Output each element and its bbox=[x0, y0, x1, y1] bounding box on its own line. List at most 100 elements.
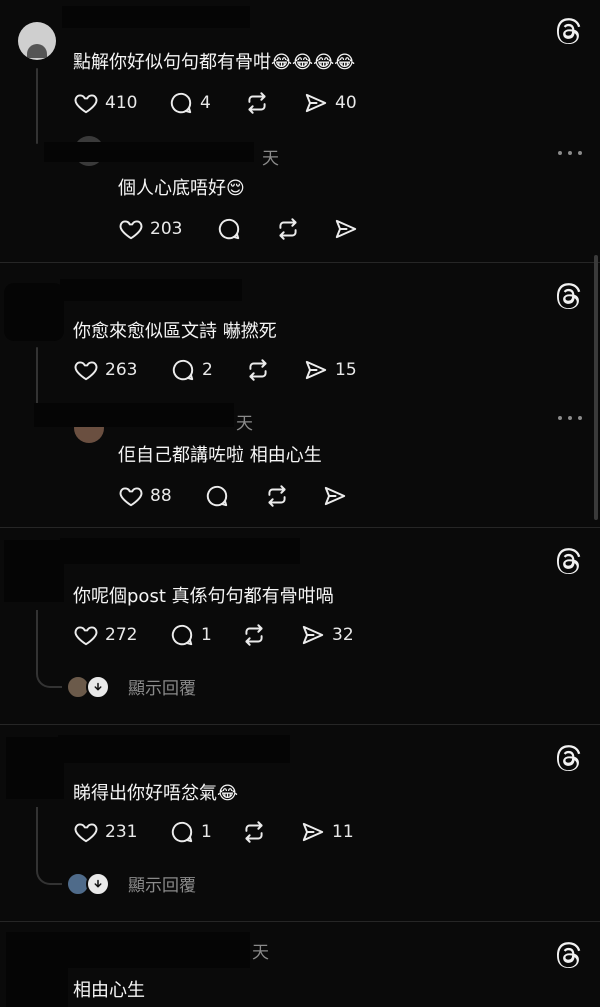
reply-count: 1 bbox=[201, 625, 212, 645]
show-replies-label: 顯示回覆 bbox=[128, 679, 196, 699]
repost-icon bbox=[241, 819, 267, 845]
comment-icon bbox=[169, 819, 195, 845]
comment-button[interactable]: 1 bbox=[169, 817, 212, 847]
redacted-username bbox=[58, 735, 290, 763]
comment-button[interactable]: 2 bbox=[170, 355, 213, 385]
reply-count: 1 bbox=[201, 822, 212, 842]
share-button[interactable]: 32 bbox=[300, 620, 354, 650]
action-bar: 410 4 40 bbox=[73, 88, 393, 118]
threads-logo-icon[interactable] bbox=[554, 16, 584, 46]
repost-button[interactable] bbox=[275, 214, 301, 244]
like-button[interactable]: 263 bbox=[73, 355, 137, 385]
heart-icon bbox=[73, 90, 99, 116]
share-icon bbox=[322, 483, 348, 509]
thread-4: 睇得出你好唔忿氣😂 231 1 11 顯示回覆 bbox=[0, 725, 600, 921]
comment-icon bbox=[168, 90, 194, 116]
show-replies-button[interactable]: 顯示回覆 bbox=[66, 674, 196, 699]
comment-button[interactable] bbox=[216, 214, 242, 244]
comment-text: 相由心生 bbox=[73, 980, 145, 1001]
more-icon[interactable] bbox=[558, 150, 582, 156]
thread-line bbox=[36, 610, 62, 688]
share-count: 15 bbox=[335, 360, 357, 380]
reply-action-bar: 88 bbox=[118, 481, 378, 511]
reply-text: 佢自己都講咗啦 相由心生 bbox=[118, 445, 322, 466]
redacted-username bbox=[62, 6, 250, 28]
repost-icon bbox=[245, 357, 271, 383]
repost-button[interactable] bbox=[264, 481, 290, 511]
action-bar: 272 1 32 bbox=[73, 620, 393, 650]
reply-action-bar: 203 bbox=[118, 214, 378, 244]
reply-count: 2 bbox=[202, 360, 213, 380]
redacted-username bbox=[60, 538, 300, 564]
share-count: 32 bbox=[332, 625, 354, 645]
scrollbar[interactable] bbox=[594, 255, 598, 520]
like-button[interactable]: 231 bbox=[73, 817, 137, 847]
repost-icon bbox=[264, 483, 290, 509]
heart-icon bbox=[73, 819, 99, 845]
like-button[interactable]: 410 bbox=[73, 88, 137, 118]
arrow-down-icon bbox=[86, 871, 110, 896]
share-button[interactable] bbox=[322, 481, 348, 511]
comment-icon bbox=[170, 357, 196, 383]
comment-meta: 天 bbox=[252, 943, 269, 963]
thread-line bbox=[36, 807, 62, 885]
threads-logo-icon[interactable] bbox=[554, 546, 584, 576]
redacted-avatar bbox=[4, 283, 64, 341]
share-button[interactable]: 40 bbox=[303, 88, 357, 118]
threads-logo-icon[interactable] bbox=[554, 281, 584, 311]
share-icon bbox=[300, 819, 326, 845]
repost-button[interactable] bbox=[241, 817, 267, 847]
like-button[interactable]: 203 bbox=[118, 214, 182, 244]
redacted-username bbox=[44, 142, 254, 162]
comment-text: 點解你好似句句都有骨咁😂😂😂😂 bbox=[73, 52, 356, 73]
like-button[interactable]: 88 bbox=[118, 481, 172, 511]
redacted-username bbox=[60, 279, 242, 301]
repost-button[interactable] bbox=[241, 620, 267, 650]
thread-3: 你呢個post 真係句句都有骨咁喎 272 1 32 顯示回覆 bbox=[0, 528, 600, 724]
heart-icon bbox=[73, 357, 99, 383]
repost-button[interactable] bbox=[244, 88, 270, 118]
repost-icon bbox=[241, 622, 267, 648]
repost-button[interactable] bbox=[245, 355, 271, 385]
share-button[interactable]: 15 bbox=[303, 355, 357, 385]
redacted-username bbox=[34, 403, 234, 427]
reply-meta: 天 bbox=[262, 149, 279, 169]
comment-text: 你愈來愈似區文詩 嚇撚死 bbox=[73, 321, 277, 342]
threads-logo-icon[interactable] bbox=[554, 743, 584, 773]
more-icon[interactable] bbox=[558, 415, 582, 421]
redacted-avatar bbox=[6, 737, 64, 799]
comment-button[interactable] bbox=[204, 481, 230, 511]
comment-text: 睇得出你好唔忿氣😂 bbox=[73, 783, 239, 804]
comment-icon bbox=[169, 622, 195, 648]
reply-meta: 天 bbox=[236, 414, 253, 434]
like-count: 410 bbox=[105, 93, 138, 113]
action-bar: 263 2 15 bbox=[73, 355, 393, 385]
thread-5: 天 相由心生 bbox=[0, 922, 600, 1007]
like-button[interactable]: 272 bbox=[73, 620, 137, 650]
comment-button[interactable]: 1 bbox=[169, 620, 212, 650]
share-count: 11 bbox=[332, 822, 354, 842]
action-bar: 231 1 11 bbox=[73, 817, 393, 847]
share-icon bbox=[303, 357, 329, 383]
threads-logo-icon[interactable] bbox=[554, 940, 584, 970]
share-button[interactable]: 11 bbox=[300, 817, 354, 847]
thread-2: 你愈來愈似區文詩 嚇撚死 263 2 15 天 佢自己都講咗啦 相由心生 88 bbox=[0, 263, 600, 527]
redacted-avatar bbox=[4, 540, 64, 602]
show-replies-button[interactable]: 顯示回覆 bbox=[66, 871, 196, 896]
share-button[interactable] bbox=[333, 214, 359, 244]
heart-icon bbox=[118, 483, 144, 509]
share-count: 40 bbox=[335, 93, 357, 113]
share-icon bbox=[303, 90, 329, 116]
like-count: 263 bbox=[105, 360, 138, 380]
avatar[interactable] bbox=[18, 22, 56, 60]
repost-icon bbox=[275, 216, 301, 242]
comment-icon bbox=[216, 216, 242, 242]
thread-1: 點解你好似句句都有骨咁😂😂😂😂 410 4 40 天 個人心底唔好😌 203 bbox=[0, 0, 600, 262]
heart-icon bbox=[73, 622, 99, 648]
redacted-avatar bbox=[6, 932, 68, 1007]
heart-icon bbox=[118, 216, 144, 242]
comment-button[interactable]: 4 bbox=[168, 88, 211, 118]
comment-icon bbox=[204, 483, 230, 509]
like-count: 203 bbox=[150, 219, 183, 239]
reply-text: 個人心底唔好😌 bbox=[118, 178, 245, 199]
